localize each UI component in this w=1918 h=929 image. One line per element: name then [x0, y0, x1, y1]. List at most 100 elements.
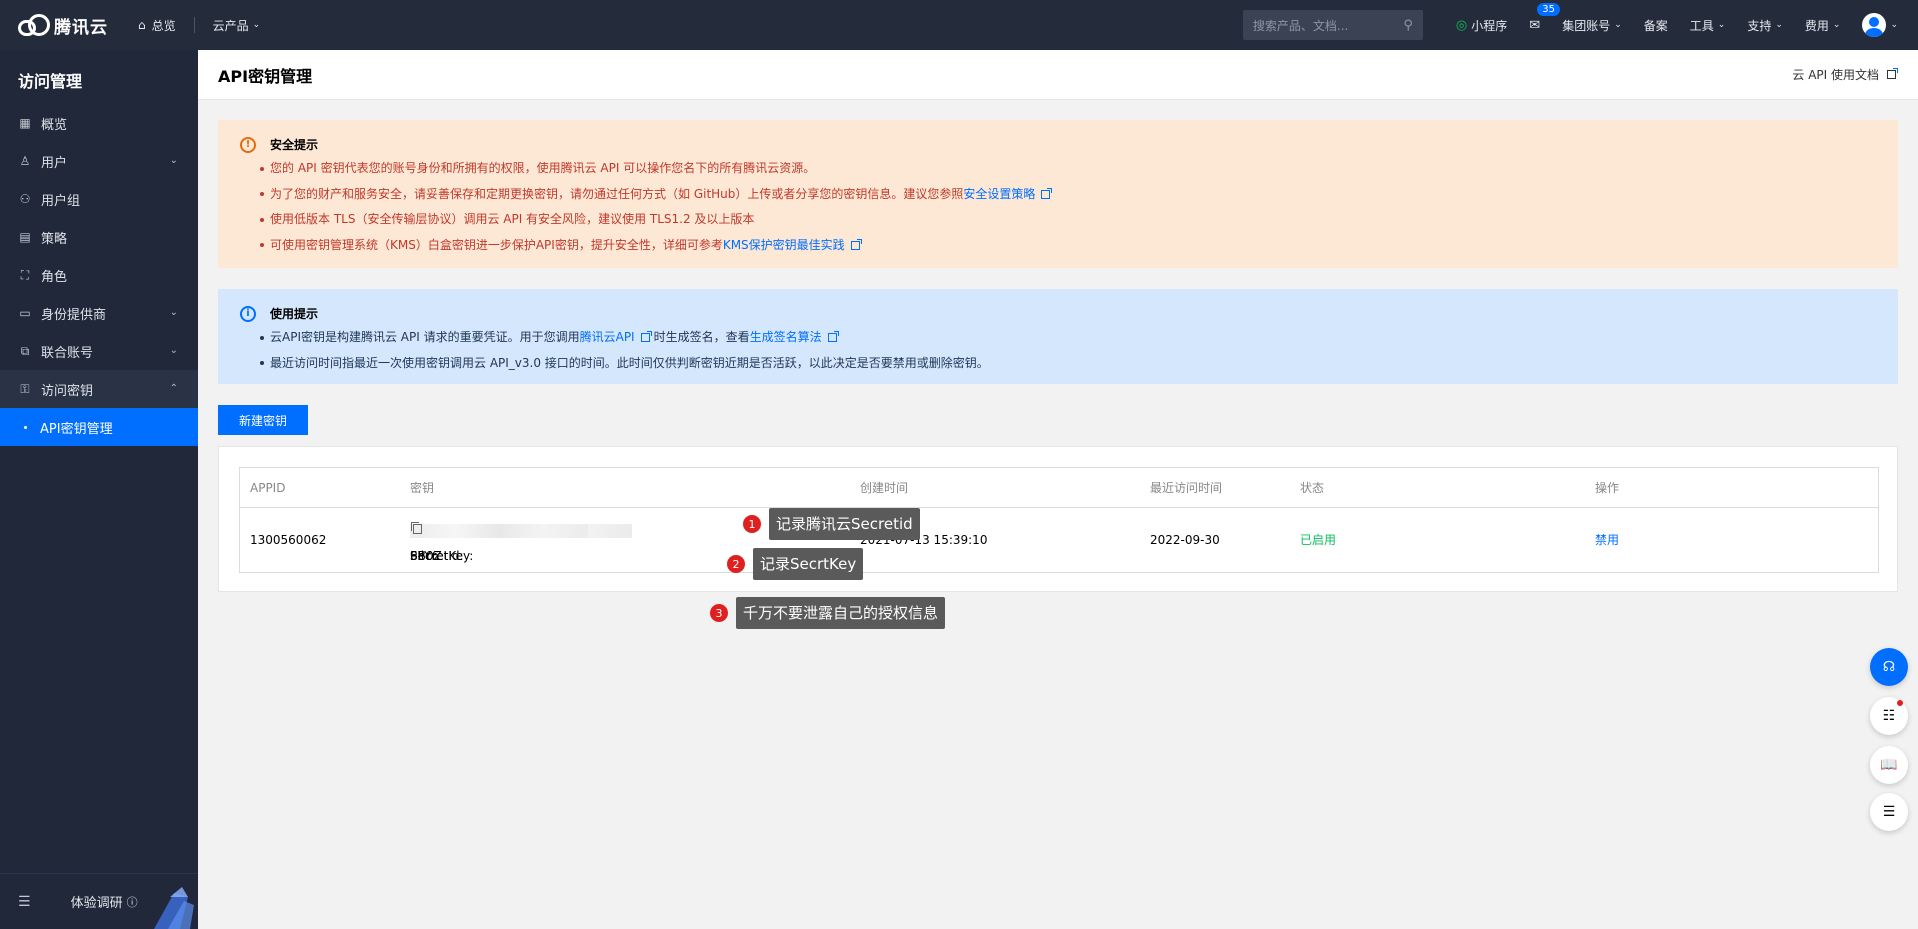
task-list-button[interactable]: ☷: [1870, 697, 1908, 735]
kms-best-practice-link[interactable]: KMS保护密钥最佳实践: [723, 233, 845, 259]
headset-icon: ☊: [1882, 659, 1896, 675]
sidebar-item-user-groups[interactable]: ⚇ 用户组: [0, 180, 198, 218]
security-policy-link[interactable]: 安全设置策略: [963, 182, 1035, 208]
tencent-cloud-api-link[interactable]: 腾讯云API: [580, 325, 635, 351]
nav-home-label: 总览: [151, 18, 176, 33]
header-key: 密钥: [410, 481, 435, 495]
mail-icon: ✉: [1529, 17, 1541, 33]
sidebar: 访问管理 ▦ 概览 ♙ 用户 ⌄ ⚇ 用户组 ▤ 策略 ⛶ 角色 ▭ 身份提供商…: [0, 50, 198, 929]
sidebar-item-overview[interactable]: ▦ 概览: [0, 104, 198, 142]
page-header: API密钥管理 云 API 使用文档: [198, 50, 1918, 100]
cell-appid: 1300560062: [250, 533, 327, 547]
survey-illustration-icon: [154, 887, 194, 929]
docs-button[interactable]: 📖: [1870, 746, 1908, 784]
header-created: 创建时间: [860, 481, 909, 495]
brand-logo[interactable]: 腾讯云: [0, 13, 128, 38]
info-icon: i: [240, 306, 256, 322]
collapse-sidebar-icon[interactable]: ☰: [18, 894, 31, 910]
nav-mail[interactable]: ✉ 35: [1518, 0, 1562, 50]
sidebar-item-label: 用户: [41, 155, 68, 171]
external-link-icon: [850, 238, 862, 250]
notice-text: 为了您的财产和服务安全，请妥善保存和定期更换密钥，请勿通过任何方式（如 GitH…: [270, 186, 964, 201]
sidebar-item-label: 访问密钥: [41, 383, 94, 399]
callout-text: 千万不要泄露自己的授权信息: [736, 597, 946, 629]
external-link-icon: [1887, 68, 1898, 79]
sidebar-item-label: API密钥管理: [40, 421, 113, 437]
notice-text: 使用低版本 TLS（安全传输层协议）调用云 API 有安全风险，建议使用 TLS…: [270, 212, 755, 226]
customer-service-button[interactable]: ☊: [1870, 648, 1908, 686]
chevron-down-icon: ⌄: [1890, 20, 1898, 30]
table-header: APPID 密钥 创建时间 最近访问时间 状态 操作: [240, 468, 1878, 508]
survey-label: 体验调研: [70, 896, 123, 911]
survey-link[interactable]: 体验调研 ⓘ: [70, 892, 138, 912]
nav-billing[interactable]: 费用 ⌄: [1794, 0, 1852, 50]
copy-icon[interactable]: [411, 522, 422, 534]
chevron-down-icon: ⌄: [1717, 20, 1726, 30]
outline-button[interactable]: ☰: [1870, 793, 1908, 831]
callout-number: 1: [743, 515, 761, 533]
avatar: [1862, 13, 1887, 37]
sidebar-item-roles[interactable]: ⛶ 角色: [0, 256, 198, 294]
cloud-logo-icon: [18, 14, 50, 36]
nav-group-account[interactable]: 集团账号 ⌄: [1551, 0, 1633, 50]
header-last-access: 最近访问时间: [1150, 481, 1223, 495]
nav-filing[interactable]: 备案: [1633, 0, 1679, 50]
nav-products-menu[interactable]: 云产品 ⌄: [195, 17, 279, 34]
search-placeholder: 搜索产品、文档...: [1252, 18, 1349, 33]
chevron-down-icon: ⌄: [169, 155, 178, 166]
home-icon: ⌂: [138, 18, 146, 32]
api-docs-link[interactable]: 云 API 使用文档: [1792, 66, 1898, 83]
cell-last-access: 2022-09-30: [1150, 533, 1220, 547]
callout-warning: 3 千万不要泄露自己的授权信息: [710, 597, 946, 629]
sidebar-item-policies[interactable]: ▤ 策略: [0, 218, 198, 256]
callout-number: 2: [727, 555, 745, 573]
sidebar-item-label: 策略: [41, 231, 68, 247]
nav-user-menu[interactable]: ⌄: [1851, 0, 1918, 50]
disable-key-link[interactable]: 禁用: [1595, 508, 1619, 572]
nav-home-link[interactable]: ⌂ 总览: [128, 0, 194, 50]
nav-products-label: 云产品: [212, 18, 249, 33]
sidebar-footer: ☰ 体验调研 ⓘ: [0, 873, 198, 929]
usage-notice-line: 最近访问时间指最近一次使用密钥调用云 API_v3.0 接口的时间。此时间仅供判…: [270, 351, 1878, 377]
top-navigation-bar: 腾讯云 ⌂ 总览 云产品 ⌄ 搜索产品、文档... ⚲ ◎ 小程序 ✉ 35 集…: [0, 0, 1918, 50]
chevron-down-icon: ⌄: [1775, 20, 1783, 30]
callout-text: 记录腾讯云Secretid: [769, 508, 920, 540]
user-icon: ♙: [19, 154, 31, 168]
notification-dot: [1897, 700, 1903, 706]
security-notice-line: 为了您的财产和服务安全，请妥善保存和定期更换密钥，请勿通过任何方式（如 GitH…: [270, 182, 1878, 208]
security-notice-title: 安全提示: [270, 138, 319, 152]
chevron-down-icon: ⌄: [252, 20, 261, 30]
brand-name: 腾讯云: [54, 17, 108, 38]
chevron-down-icon: ⌄: [169, 345, 178, 356]
miniprogram-icon: ◎: [1455, 17, 1468, 33]
signature-algorithm-link[interactable]: 生成签名算法: [750, 325, 822, 351]
api-key-table-card: APPID 密钥 创建时间 最近访问时间 状态 操作 1300560062 Se…: [218, 446, 1898, 592]
sidebar-item-access-keys[interactable]: ⚿ 访问密钥 ⌃: [0, 370, 198, 408]
sidebar-item-federated-accounts[interactable]: ⧉ 联合账号 ⌄: [0, 332, 198, 370]
sidebar-item-api-key-management[interactable]: API密钥管理: [0, 408, 198, 446]
nav-miniprogram[interactable]: ◎ 小程序: [1445, 0, 1518, 50]
table-row: 1300560062 SecretId: 6B0Z SecretKey: PIl…: [240, 508, 1878, 572]
security-notice-line: 可使用密钥管理系统（KMS）白盒密钥进一步保护API密钥，提升安全性，详细可参考…: [270, 233, 1878, 259]
status-badge: 已启用: [1300, 533, 1337, 547]
nav-support[interactable]: 支持 ⌄: [1736, 0, 1794, 50]
nav-miniprogram-label: 小程序: [1471, 18, 1508, 33]
header-appid: APPID: [250, 481, 286, 495]
sidebar-item-users[interactable]: ♙ 用户 ⌄: [0, 142, 198, 180]
sidebar-item-identity-providers[interactable]: ▭ 身份提供商 ⌄: [0, 294, 198, 332]
new-key-button[interactable]: 新建密钥: [218, 405, 308, 435]
security-notice-line: 您的 API 密钥代表您的账号身份和所拥有的权限，使用腾讯云 API 可以操作您…: [270, 156, 1878, 182]
external-link-icon: [827, 331, 839, 343]
role-icon: ⛶: [20, 267, 30, 282]
nav-tools[interactable]: 工具 ⌄: [1679, 0, 1737, 50]
search-input[interactable]: 搜索产品、文档... ⚲: [1242, 10, 1423, 40]
search-icon: ⚲: [1403, 17, 1413, 33]
nav-tools-label: 工具: [1689, 18, 1714, 33]
notice-text: 可使用密钥管理系统（KMS）白盒密钥进一步保护API密钥，提升安全性，详细可参考: [270, 237, 723, 252]
usage-notice: i 使用提示 云API密钥是构建腾讯云 API 请求的重要凭证。用于您调用 腾讯…: [218, 289, 1898, 384]
external-link-icon: [1041, 187, 1053, 199]
key-icon: ⚿: [20, 381, 30, 396]
callout-number: 3: [710, 604, 728, 622]
security-notice-line: 使用低版本 TLS（安全传输层协议）调用云 API 有安全风险，建议使用 TLS…: [270, 207, 1878, 233]
callout-secret-id: 1 记录腾讯云Secretid: [743, 508, 920, 540]
